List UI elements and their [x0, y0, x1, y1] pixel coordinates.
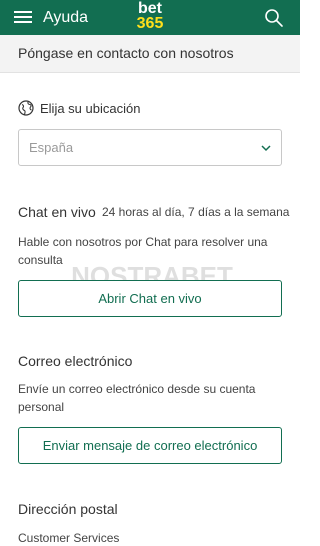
search-icon[interactable] — [264, 8, 284, 28]
bet365-logo[interactable]: bet 365 — [131, 0, 169, 32]
email-section-title: Correo electrónico — [18, 353, 133, 369]
subheader-title: Póngase en contacto con nosotros — [18, 45, 234, 61]
send-email-button[interactable]: Enviar mensaje de correo electrónico — [18, 427, 282, 464]
open-live-chat-button[interactable]: Abrir Chat en vivo — [18, 280, 282, 317]
logo-text-bottom: 365 — [136, 15, 164, 32]
email-description: Envíe un correo electrónico desde su cue… — [18, 382, 256, 414]
chat-hours: 24 horas al día, 7 días a la semana — [102, 205, 290, 219]
logo-text-top: bet — [138, 0, 162, 17]
top-bar: Ayuda bet 365 — [0, 0, 300, 35]
location-label: Elija su ubicación — [40, 101, 141, 116]
postal-address-line: Customer Services — [18, 531, 120, 545]
chevron-down-icon — [261, 145, 271, 152]
location-select[interactable]: España — [18, 129, 282, 166]
hamburger-menu-icon[interactable] — [14, 10, 32, 24]
globe-icon — [18, 100, 34, 116]
chat-section-title: Chat en vivo — [18, 204, 96, 220]
location-select-value: España — [29, 140, 74, 155]
postal-section-title: Dirección postal — [18, 501, 118, 517]
contact-subheader: Póngase en contacto con nosotros — [0, 35, 300, 73]
page-title: Ayuda — [43, 9, 89, 26]
